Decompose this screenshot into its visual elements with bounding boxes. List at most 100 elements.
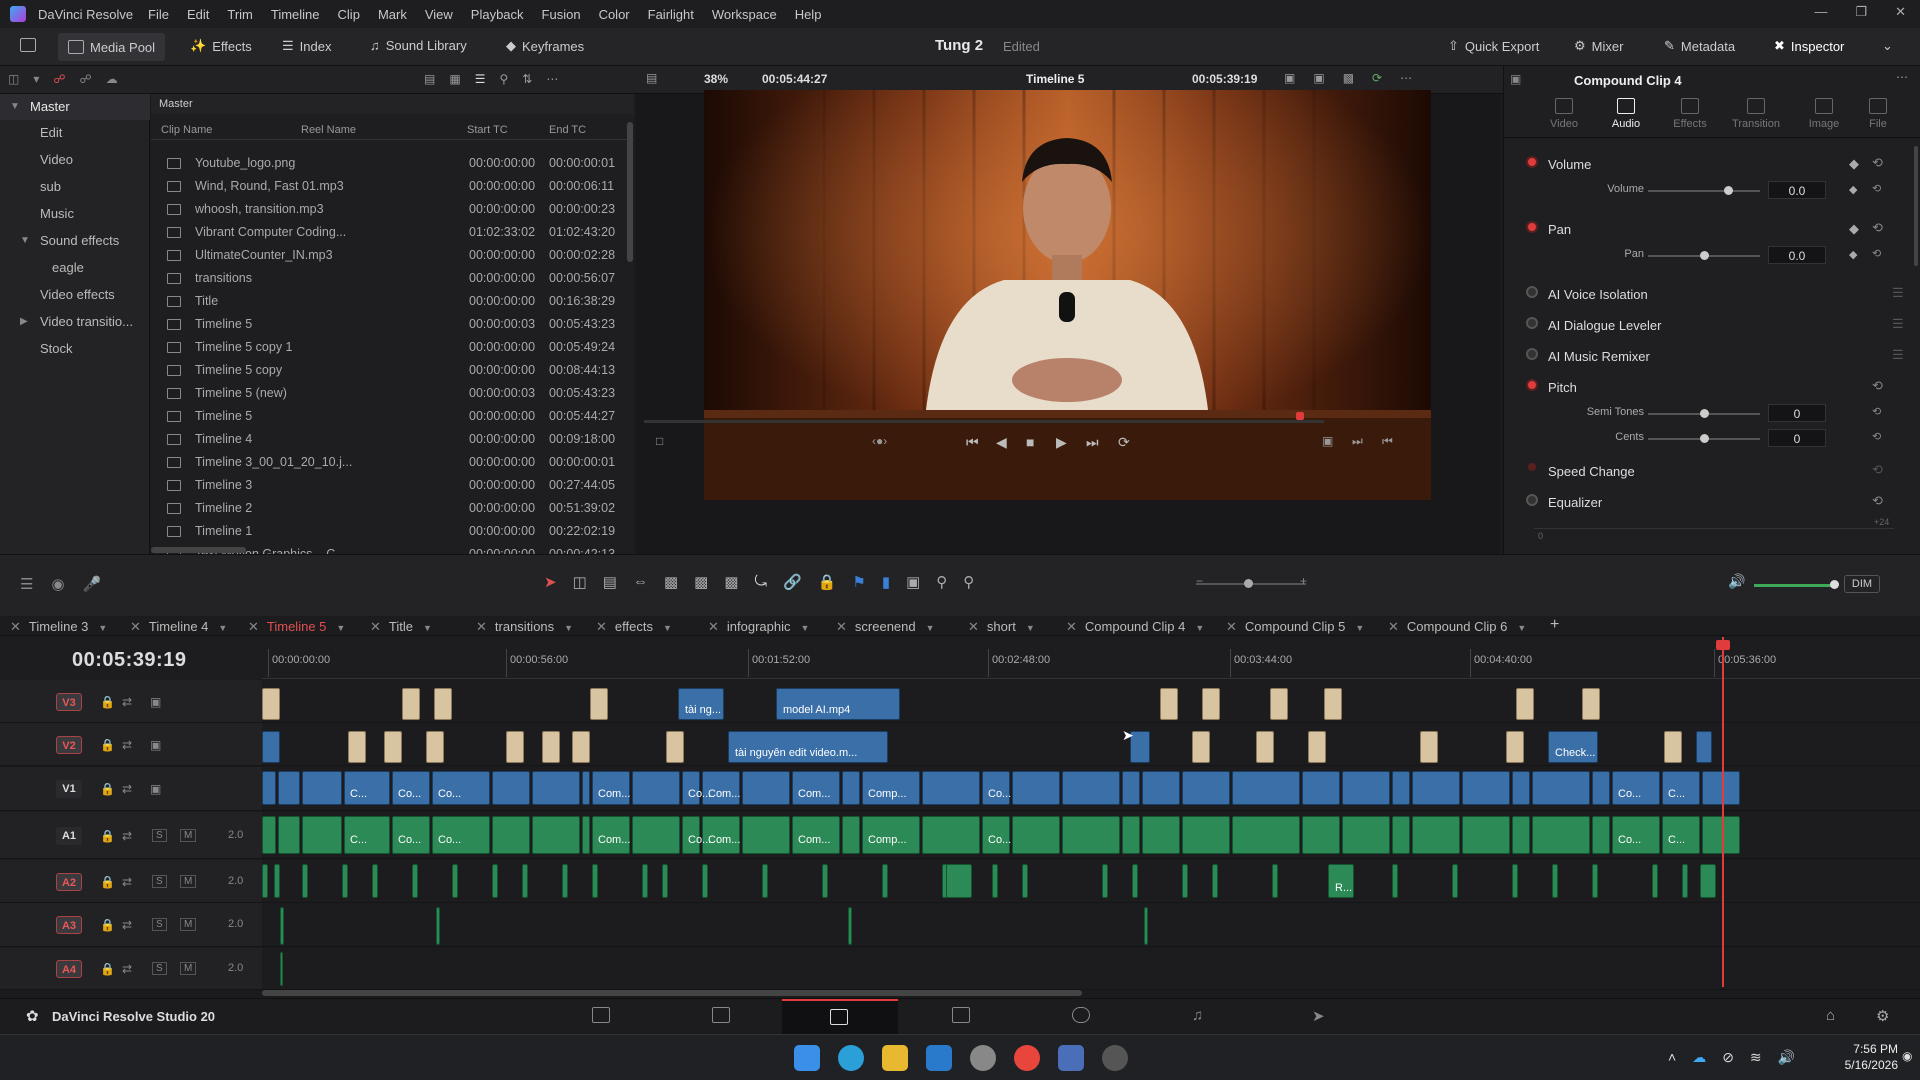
dynamic-trim-icon[interactable]: ⇔ (633, 573, 648, 591)
disable-track-icon[interactable]: ▣ (150, 738, 161, 752)
effects-button[interactable]: ✨ Effects (190, 38, 252, 54)
track-name[interactable]: A4 (56, 960, 82, 978)
audio-clip[interactable] (280, 952, 283, 986)
menu-clip[interactable]: Clip (338, 7, 360, 22)
chevron-down-icon[interactable]: ▼ (1026, 623, 1035, 633)
bin-video-transitions[interactable]: ▶ Video transitio... (0, 309, 150, 335)
video-clip[interactable] (302, 771, 342, 805)
cloud-icon[interactable]: ☁ (106, 72, 118, 86)
audio-clip[interactable]: R... (1328, 864, 1354, 898)
bin-master[interactable]: ▼ Master (0, 94, 150, 120)
chevron-up-icon[interactable]: ˄ (1668, 1049, 1676, 1066)
clip-row[interactable]: Vibrant Computer Coding... 01:02:33:02 01:… (151, 221, 626, 244)
speaker-icon[interactable]: 🔊 (1728, 573, 1745, 590)
scrubber-bar[interactable] (644, 420, 1324, 423)
audio-clip[interactable] (278, 816, 300, 854)
menu-icon[interactable]: ☰ (1892, 347, 1904, 363)
semi-tones-slider[interactable] (1648, 409, 1760, 418)
audio-clip[interactable] (1182, 816, 1230, 854)
chevron-down-icon[interactable]: ▼ (1195, 623, 1204, 633)
volume-enable-toggle[interactable] (1526, 156, 1538, 168)
title-clip[interactable] (1256, 731, 1274, 763)
play-reverse-button[interactable]: ◀ (996, 434, 1007, 451)
selection-tool-icon[interactable]: ➤ (544, 573, 557, 591)
audio-clip[interactable] (922, 816, 980, 854)
menu-file[interactable]: File (148, 7, 169, 22)
keyframes-button[interactable]: ◆ Keyframes (506, 38, 584, 54)
volume-icon[interactable]: 🔊 (1778, 1049, 1795, 1066)
zoom-slider[interactable] (1196, 579, 1306, 588)
video-clip[interactable] (1592, 771, 1610, 805)
video-clip[interactable] (742, 771, 790, 805)
auto-select-icon[interactable]: ⇄ (122, 875, 132, 889)
chevron-down-icon[interactable]: ▼ (20, 228, 30, 254)
track-lane-a1[interactable]: C... Co... Co... Com... Co... Com... Com... Com… (262, 812, 1920, 859)
slider-knob[interactable] (1700, 434, 1709, 443)
jog-icon[interactable]: ‹●› (872, 434, 887, 448)
start-icon[interactable] (794, 1045, 820, 1071)
timeline-tab[interactable]: ✕ infographic ▼ (708, 619, 809, 635)
audio-clip[interactable] (1342, 816, 1390, 854)
close-tab-icon[interactable]: ✕ (476, 619, 487, 634)
slider-knob[interactable] (1700, 251, 1709, 260)
timeline-tab[interactable]: ✕ Timeline 4 ▼ (130, 619, 227, 635)
menu-mark[interactable]: Mark (378, 7, 407, 22)
audio-clip[interactable] (882, 864, 888, 898)
video-clip[interactable] (1232, 771, 1300, 805)
video-clip[interactable]: tài nguyên edit video.m... (728, 731, 888, 763)
volume-slider[interactable] (1648, 186, 1760, 195)
keyframe-icon[interactable]: ◆ (1849, 183, 1857, 196)
thumbnail-view-icon[interactable]: ▦ (449, 72, 460, 86)
audio-clip[interactable] (280, 907, 284, 945)
equalizer-graph[interactable]: 0 +24 (1534, 517, 1894, 552)
home-icon[interactable]: ⌂ (1826, 1007, 1835, 1024)
link-icon[interactable]: ☍ (53, 72, 65, 86)
tab-image[interactable]: Image (1794, 98, 1854, 130)
video-clip[interactable] (1512, 771, 1530, 805)
audio-clip[interactable] (372, 864, 378, 898)
audio-clip[interactable] (436, 907, 440, 945)
slider-knob[interactable] (1700, 409, 1709, 418)
metadata-view-icon[interactable]: ▤ (424, 72, 435, 86)
play-button[interactable]: ▶ (1056, 434, 1067, 451)
bin-sound-effects[interactable]: ▼ Sound effects (0, 228, 150, 254)
davinci-resolve-icon[interactable] (1058, 1045, 1084, 1071)
pan-value[interactable]: 0.0 (1768, 246, 1826, 264)
title-clip[interactable] (402, 688, 420, 720)
title-clip[interactable] (1420, 731, 1438, 763)
video-clip[interactable] (582, 771, 590, 805)
title-clip[interactable] (1270, 688, 1288, 720)
reset-icon[interactable]: ⟲ (1872, 493, 1883, 509)
clip-row[interactable]: Title 00:00:00:00 00:16:38:29 (151, 290, 626, 313)
stop-button[interactable]: ■ (1026, 434, 1034, 450)
chevron-down-icon[interactable]: ▼ (1517, 623, 1526, 633)
audio-clip[interactable] (302, 864, 308, 898)
auto-select-icon[interactable]: ⇄ (122, 695, 132, 709)
menu-fusion[interactable]: Fusion (542, 7, 581, 22)
position-lock-icon[interactable]: 🔒 (818, 573, 837, 591)
audio-clip[interactable] (1700, 864, 1716, 898)
horizontal-scrollbar[interactable] (151, 547, 246, 553)
next-edit-icon[interactable]: ⏭ (1352, 434, 1363, 449)
more-options-icon[interactable]: ⋯ (1896, 70, 1908, 84)
inspector-layout-icon[interactable]: ▣ (1510, 72, 1521, 86)
media-pool-button[interactable]: Media Pool (58, 33, 166, 61)
bin-stock[interactable]: Stock (0, 336, 150, 362)
audio-clip[interactable] (1232, 816, 1300, 854)
video-clip[interactable] (842, 771, 860, 805)
audio-clip[interactable] (1702, 816, 1740, 854)
reset-icon[interactable]: ⟲ (1872, 155, 1883, 171)
sync-icon[interactable]: ☍ (80, 72, 92, 86)
video-clip[interactable]: model AI.mp4 (776, 688, 900, 720)
chevron-down-icon[interactable]: ▼ (1355, 623, 1364, 633)
audio-clip[interactable] (492, 816, 530, 854)
column-end-tc[interactable]: End TC (549, 124, 586, 136)
fusion-page-icon[interactable] (952, 1007, 970, 1023)
chevron-down-icon[interactable]: ▼ (926, 623, 935, 633)
solo-button[interactable]: S (152, 918, 167, 931)
video-clip[interactable] (1302, 771, 1340, 805)
go-to-start-button[interactable]: ⏮ (966, 434, 979, 451)
close-tab-icon[interactable]: ✕ (596, 619, 607, 634)
chevron-down-icon[interactable]: ▼ (801, 623, 810, 633)
video-clip[interactable] (1122, 771, 1140, 805)
